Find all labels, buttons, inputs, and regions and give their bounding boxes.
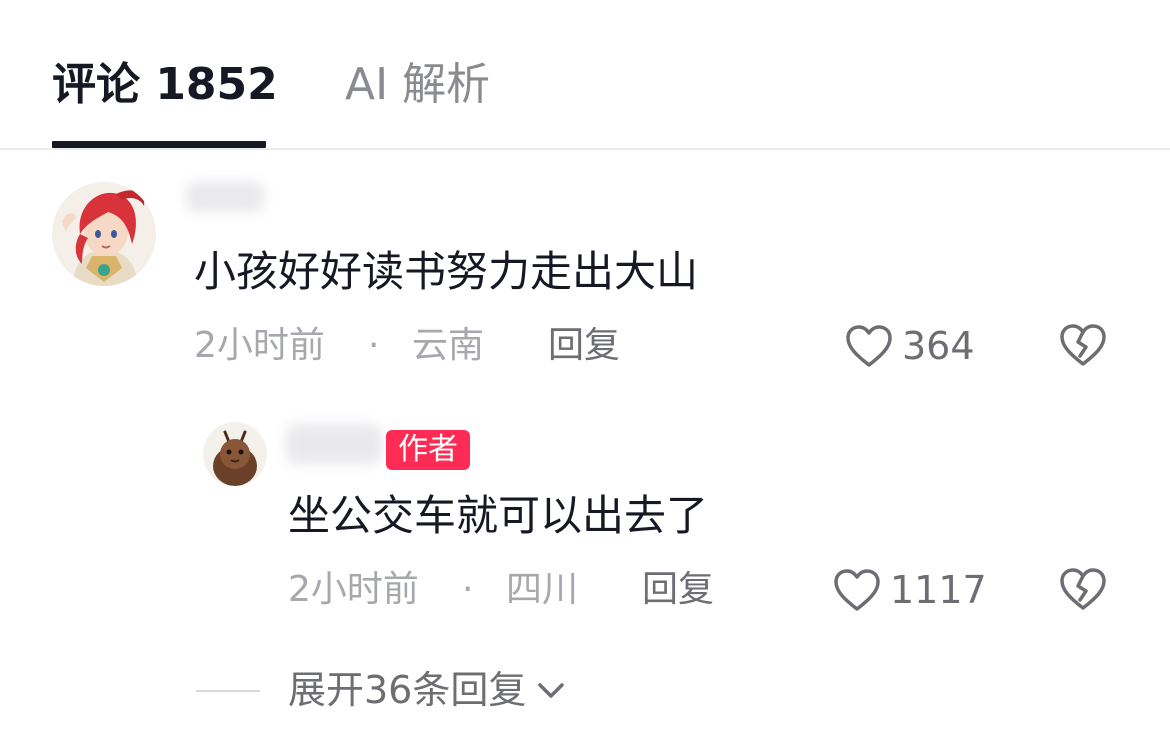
anime-girl-avatar-icon — [52, 182, 156, 286]
reply-dislike-button[interactable] — [1058, 566, 1108, 616]
expand-divider — [196, 690, 260, 692]
reply-username-obscured[interactable] — [286, 424, 382, 464]
dislike-button[interactable] — [1058, 322, 1108, 372]
comment-text: 小孩好好读书努力走出大山 — [194, 247, 699, 296]
heart-outline-icon — [834, 569, 880, 611]
active-tab-indicator — [52, 141, 266, 148]
comment-location: 云南 — [412, 325, 485, 366]
tab-ai-analysis[interactable]: AI 解析 — [345, 55, 490, 115]
username-obscured[interactable] — [186, 182, 264, 212]
reply-like-button[interactable]: 1117 — [832, 566, 987, 614]
chevron-down-icon — [538, 683, 565, 698]
tab-comments[interactable]: 评论 1852 — [52, 55, 278, 115]
reply-avatar[interactable] — [203, 422, 267, 486]
brown-creature-avatar-icon — [203, 422, 267, 486]
author-badge: 作者 — [386, 430, 470, 470]
reply-location: 四川 — [506, 569, 579, 610]
like-button[interactable]: 364 — [844, 322, 975, 370]
meta-separator: · — [368, 325, 380, 366]
reply-text: 坐公交车就可以出去了 — [288, 491, 709, 540]
reply-time: 2小时前 — [288, 569, 419, 610]
reply-button[interactable]: 回复 — [642, 566, 714, 614]
like-count: 364 — [902, 324, 975, 368]
expand-replies-button[interactable]: 展开36条回复 — [288, 665, 568, 715]
broken-heart-icon — [1060, 324, 1106, 366]
meta-separator: · — [462, 569, 474, 610]
avatar[interactable] — [52, 182, 156, 286]
comment-tab-bar: 评论 1852 AI 解析 — [0, 0, 1170, 150]
reply-button[interactable]: 回复 — [548, 322, 620, 370]
broken-heart-icon — [1060, 568, 1106, 610]
comment-time: 2小时前 — [194, 325, 325, 366]
reply-like-count: 1117 — [890, 568, 987, 612]
heart-outline-icon — [846, 325, 892, 367]
expand-replies-label: 展开36条回复 — [288, 668, 527, 712]
